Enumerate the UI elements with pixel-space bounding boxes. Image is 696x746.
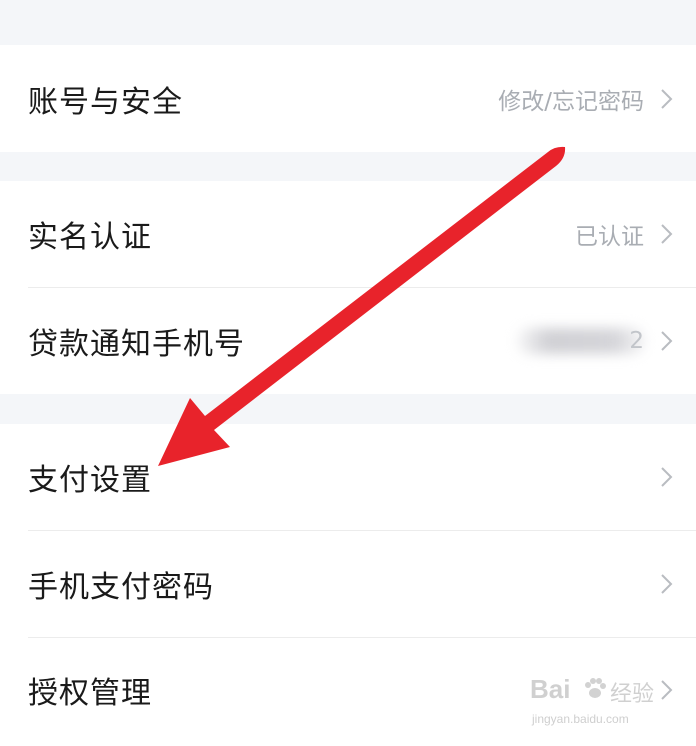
payment-settings-label: 支付设置 bbox=[28, 463, 152, 498]
chevron-right-icon bbox=[661, 88, 673, 109]
real-name-label: 实名认证 bbox=[28, 220, 152, 255]
account-group: 账号与安全 修改/忘记密码 bbox=[0, 45, 696, 152]
watermark-brand: Bai bbox=[530, 674, 571, 704]
phone-tail-digit: 2 bbox=[629, 327, 644, 354]
chevron-right-icon bbox=[661, 573, 673, 594]
account-security-row[interactable]: 账号与安全 修改/忘记密码 bbox=[0, 45, 696, 152]
real-name-row[interactable]: 实名认证 已认证 bbox=[0, 181, 696, 287]
chevron-right-icon bbox=[661, 224, 673, 244]
real-name-status: 已认证 bbox=[575, 224, 644, 250]
account-security-value: 修改/忘记密码 bbox=[498, 88, 644, 115]
loan-phone-row[interactable]: 贷款通知手机号 2 bbox=[0, 287, 696, 394]
identity-group: 实名认证 已认证 贷款通知手机号 2 bbox=[0, 181, 696, 394]
authorization-label: 授权管理 bbox=[28, 676, 152, 711]
mobile-pay-password-row[interactable]: 手机支付密码 bbox=[0, 530, 696, 637]
mobile-pay-password-label: 手机支付密码 bbox=[28, 569, 214, 605]
payment-settings-row[interactable]: 支付设置 bbox=[0, 424, 696, 530]
paw-icon bbox=[585, 678, 606, 698]
chevron-right-icon bbox=[661, 330, 673, 351]
watermark-brand-cn: 经验 bbox=[610, 682, 655, 707]
loan-phone-label: 贷款通知手机号 bbox=[28, 326, 245, 362]
blurred-phone-number bbox=[516, 327, 646, 354]
watermark-url: jingyan.baidu.com bbox=[532, 712, 629, 726]
chevron-right-icon bbox=[661, 467, 673, 487]
baidu-jingyan-watermark: Bai 经验 jingyan.baidu.com bbox=[530, 672, 660, 736]
account-security-label: 账号与安全 bbox=[28, 84, 183, 120]
